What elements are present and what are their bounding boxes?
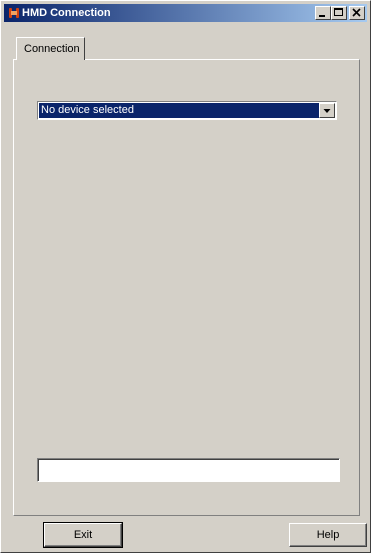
minimize-button[interactable]: [315, 6, 331, 20]
connection-tab-panel: [13, 59, 360, 516]
dropdown-button[interactable]: [319, 103, 335, 118]
help-button[interactable]: Help: [289, 523, 367, 547]
minimize-icon: [316, 7, 330, 19]
tab-connection[interactable]: Connection: [16, 37, 85, 60]
close-button[interactable]: [349, 6, 365, 20]
maximize-button[interactable]: [331, 6, 347, 20]
tab-connection-label: Connection: [24, 43, 80, 55]
device-select[interactable]: No device selected: [37, 101, 337, 120]
chevron-down-icon: [320, 108, 334, 120]
close-icon: [350, 7, 364, 19]
device-select-value: No device selected: [39, 103, 319, 118]
hmd-connection-window: HMD Connection Connection No device sele…: [0, 0, 371, 553]
title-bar[interactable]: HMD Connection: [4, 4, 367, 22]
maximize-icon: [332, 7, 346, 19]
exit-button[interactable]: Exit: [43, 522, 123, 548]
status-text-field[interactable]: [37, 458, 340, 482]
window-title: HMD Connection: [22, 7, 111, 19]
hmd-app-icon[interactable]: [8, 6, 20, 20]
